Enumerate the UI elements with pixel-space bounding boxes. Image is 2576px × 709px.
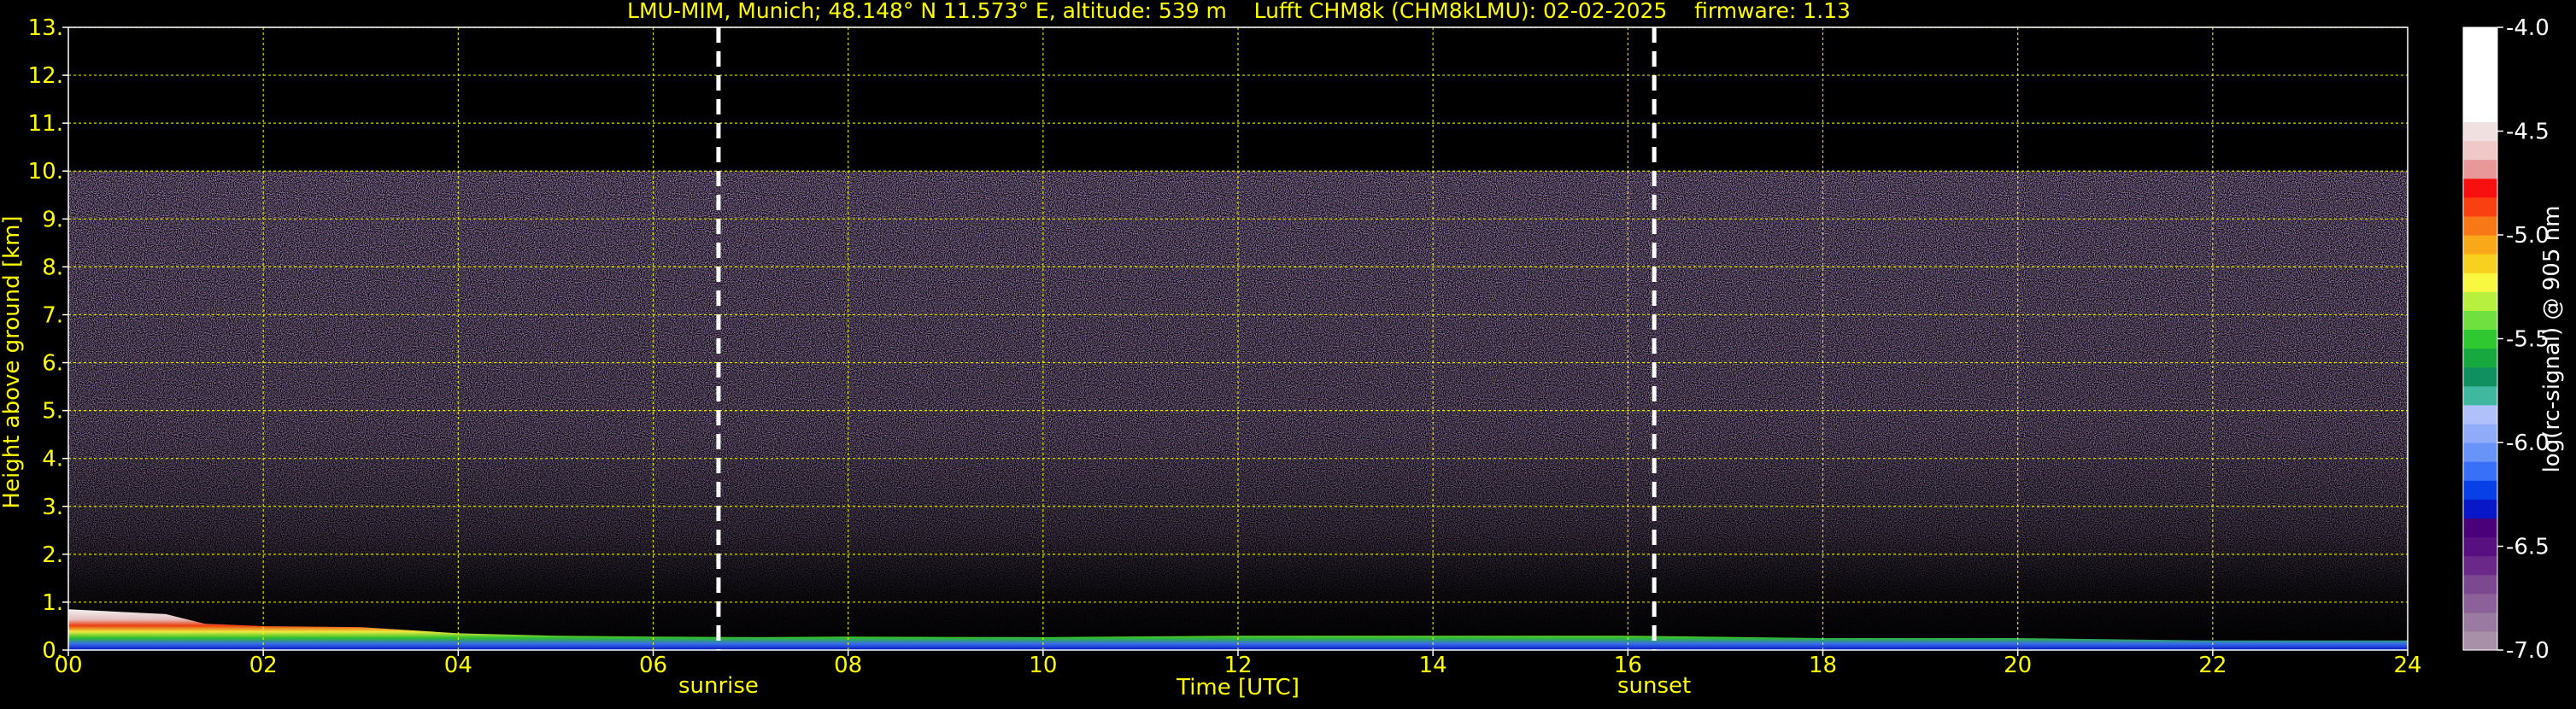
- y-tick-label: 8.: [42, 255, 63, 280]
- x-tick-label: 06: [639, 653, 667, 678]
- x-tick-label: 24: [2393, 653, 2421, 678]
- colorbar-segment: [2463, 442, 2497, 462]
- colorbar-segment: [2463, 215, 2497, 236]
- y-tick-label: 13.: [28, 15, 63, 41]
- chart-title: LMU-MIM, Munich; 48.148° N 11.573° E, al…: [627, 0, 1851, 23]
- y-tick-label: 1.: [42, 590, 63, 616]
- colorbar-segment: [2463, 480, 2497, 500]
- x-tick-label: 04: [444, 653, 472, 678]
- colorbar-label: log(rc-signal) @ 905 nm: [2539, 206, 2565, 473]
- colorbar-segment: [2463, 103, 2497, 123]
- y-tick-label: 2.: [42, 542, 63, 568]
- colorbar-segment: [2463, 235, 2497, 255]
- chart-svg: sunrise sunset 00 02 04 06 08 10 12 14 16 18 20 22 24…: [0, 0, 2565, 700]
- y-tick-label: 5.: [42, 399, 63, 425]
- y-tick-label: 10.: [28, 159, 63, 185]
- colorbar-segment: [2463, 593, 2497, 613]
- colorbar-segment: [2463, 612, 2497, 632]
- y-tick-label: 11.: [28, 111, 63, 137]
- x-tick-label: 10: [1029, 653, 1057, 678]
- colorbar-tick-label: -6.5: [2506, 535, 2550, 560]
- event-label-sunrise: sunrise: [678, 673, 759, 699]
- colorbar-segment: [2463, 404, 2497, 425]
- x-tick-label: 22: [2198, 653, 2227, 678]
- ceilometer-chart: sunrise sunset 00 02 04 06 08 10 12 14 16 18 20 22 24…: [0, 0, 2576, 706]
- colorbar-segment: [2463, 536, 2497, 557]
- y-tick-label: 3.: [42, 495, 63, 520]
- y-tick-label: 7.: [42, 302, 63, 328]
- colorbar: -4.0-4.5-5.0-5.5-6.0-6.5-7.0: [2462, 15, 2550, 664]
- colorbar-segment: [2463, 178, 2497, 198]
- x-tick-label: 14: [1419, 653, 1447, 678]
- x-axis-label: Time [UTC]: [1176, 675, 1300, 700]
- colorbar-segment: [2463, 518, 2497, 538]
- colorbar-segment: [2463, 121, 2497, 142]
- colorbar-segment: [2463, 254, 2497, 273]
- colorbar-segment: [2463, 84, 2497, 103]
- x-tick-label: 08: [834, 653, 862, 678]
- colorbar-segment: [2463, 46, 2497, 66]
- y-axis-label: Height above ground [km]: [0, 215, 25, 508]
- colorbar-segment: [2463, 348, 2497, 368]
- y-tick-label: 0.: [42, 638, 63, 664]
- colorbar-segment: [2463, 555, 2497, 576]
- colorbar-segment: [2463, 499, 2497, 519]
- colorbar-segment: [2463, 423, 2497, 443]
- y-tick-label: 4.: [42, 447, 63, 472]
- y-tick-label: 9.: [42, 207, 63, 232]
- x-tick-label: 16: [1614, 653, 1642, 678]
- colorbar-segment: [2463, 461, 2497, 481]
- colorbar-segment: [2463, 630, 2497, 651]
- colorbar-segment: [2463, 329, 2497, 349]
- y-tick-label: 6.: [42, 351, 63, 377]
- colorbar-segment: [2463, 159, 2497, 179]
- colorbar-tick-label: -4.0: [2506, 15, 2550, 41]
- x-tick-label: 02: [249, 653, 278, 678]
- colorbar-segment: [2463, 196, 2497, 217]
- colorbar-segment: [2463, 385, 2497, 406]
- colorbar-tick-label: -4.5: [2506, 120, 2550, 145]
- colorbar-segment: [2463, 310, 2497, 331]
- colorbar-segment: [2463, 574, 2497, 595]
- colorbar-segment: [2463, 140, 2497, 161]
- colorbar-segment: [2463, 366, 2497, 387]
- colorbar-segment: [2463, 27, 2497, 47]
- x-tick-label: 18: [1809, 653, 1837, 678]
- colorbar-segment: [2463, 291, 2497, 311]
- colorbar-segment: [2463, 272, 2497, 292]
- colorbar-segment: [2463, 65, 2497, 85]
- y-tick-label: 12.: [28, 63, 63, 89]
- colorbar-tick-label: -7.0: [2506, 638, 2550, 664]
- x-tick-label: 20: [2004, 653, 2032, 678]
